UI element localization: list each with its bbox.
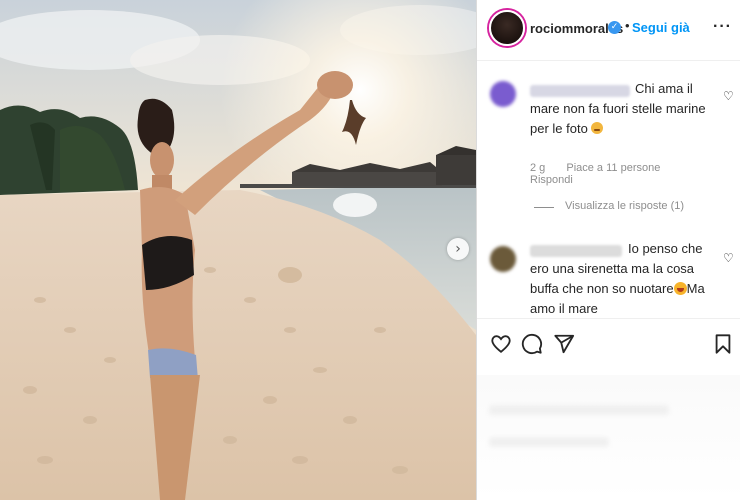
blurred-bar [489, 437, 609, 447]
comment-likes[interactable]: Piace a 11 persone [566, 162, 660, 174]
avatar[interactable] [489, 10, 525, 46]
replies-line [534, 207, 554, 208]
comment-avatar[interactable] [490, 246, 516, 272]
action-bar [477, 318, 740, 375]
comment-like-heart-icon[interactable]: ♡ [723, 251, 734, 265]
comment-icon[interactable] [521, 333, 543, 355]
comment-avatar[interactable] [490, 81, 516, 107]
comment-meta: 2 g Piace a 11 persone Rispondi [530, 162, 740, 186]
share-icon[interactable] [553, 333, 575, 355]
comment-like-heart-icon[interactable]: ♡ [723, 89, 734, 103]
reply-button[interactable]: Rispondi [530, 174, 573, 186]
post-photo[interactable]: › [0, 0, 476, 500]
heart-icon[interactable] [490, 333, 512, 355]
separator-dot: • [625, 18, 630, 33]
view-replies-link[interactable]: Visualizza le risposte (1) [565, 200, 684, 212]
post-sidebar: rociommorales ✓ • Segui già ··· Chi ama … [477, 0, 740, 500]
blurred-bar [489, 405, 669, 415]
carousel-next-button[interactable]: › [447, 238, 469, 260]
comments-list: Chi ama il mare non fa fuori stelle mari… [477, 61, 740, 317]
beach-scene [0, 0, 476, 500]
verified-badge-icon: ✓ [608, 21, 621, 34]
follow-button[interactable]: Segui già [632, 20, 690, 35]
blurred-footer [477, 375, 740, 500]
comment-text: Chi ama il mare non fa fuori stelle mari… [530, 81, 706, 136]
bookmark-icon[interactable] [713, 333, 733, 355]
comment-text: Io penso che ero una sirenetta ma la cos… [530, 241, 705, 316]
post-header: rociommorales ✓ • Segui già ··· [477, 0, 740, 61]
more-horizontal-icon[interactable]: ··· [713, 18, 732, 36]
comment-time: 2 g [530, 162, 546, 174]
worried-face-icon [591, 122, 604, 134]
laughing-face-icon [673, 282, 687, 295]
